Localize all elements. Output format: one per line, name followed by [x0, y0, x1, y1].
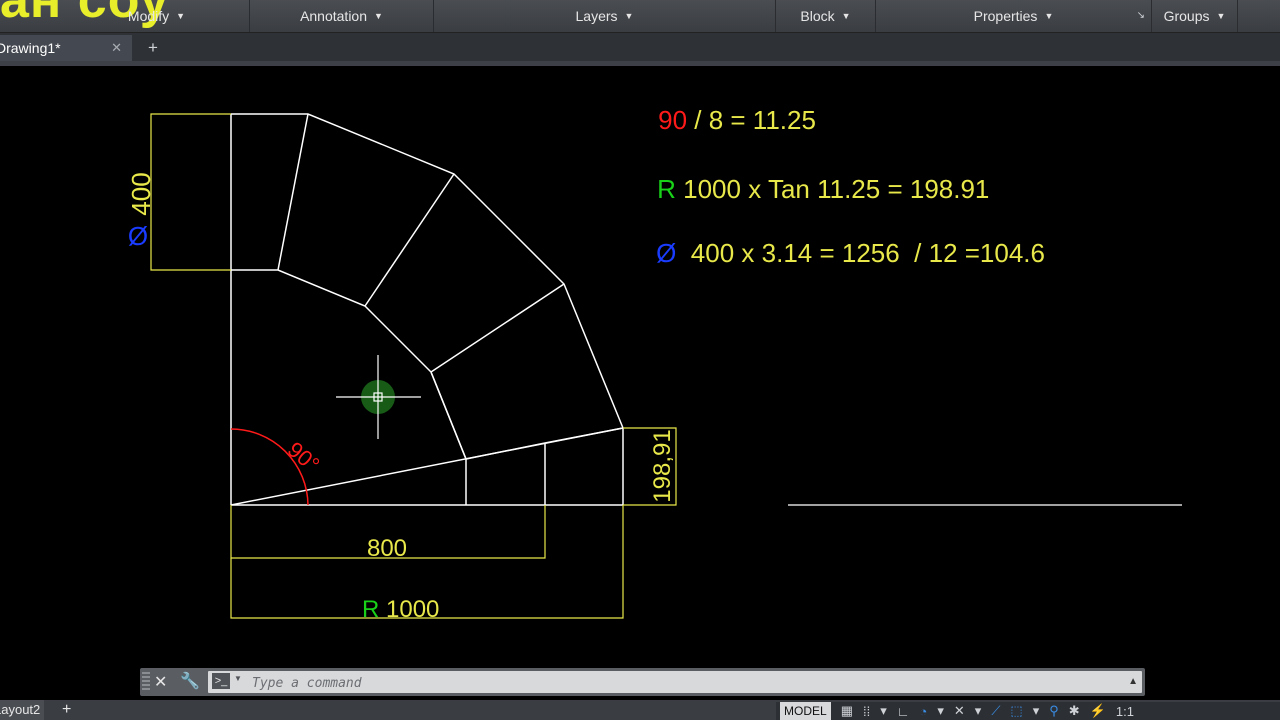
ortho-icon[interactable]: ∟	[897, 704, 910, 719]
panel-block[interactable]: Block ▼	[776, 0, 876, 32]
annotation-scale-icon[interactable]: ⚡	[1090, 703, 1106, 719]
model-space-button[interactable]: MODEL	[780, 702, 831, 720]
formula-diameter: Ø	[656, 238, 676, 268]
chevron-down-icon: ▼	[1044, 11, 1054, 21]
close-icon[interactable]: ✕	[111, 40, 122, 56]
status-bar: Layout2 + MODEL ▦ ⁞⁞ ▾ ∟ ◔ ▾ ✕ ▾ ⟋ ⬚ ▾ ⚲…	[0, 700, 1280, 720]
polar-tracking-icon[interactable]: ◔	[919, 704, 927, 719]
command-input[interactable]	[250, 672, 1114, 694]
formula-line-2: R 1000 x Tan 11.25 = 198.91	[621, 174, 1011, 204]
panel-modify[interactable]: Modify ▼	[0, 0, 250, 32]
drag-grip-handle[interactable]	[142, 672, 150, 692]
formula-text: / 8 = 11.25	[687, 105, 816, 135]
panel-label: Properties	[973, 8, 1038, 24]
segment-line	[430, 283, 565, 373]
snap-icon[interactable]: ⁞⁞	[863, 704, 870, 719]
tab-label: Layout2	[0, 702, 41, 717]
status-toggles: MODEL ▦ ⁞⁞ ▾ ∟ ◔ ▾ ✕ ▾ ⟋ ⬚ ▾ ⚲ ✱ ⚡ 1:1	[776, 702, 1280, 720]
crosshair-cursor-icon	[336, 355, 421, 439]
lineweight-icon[interactable]: ⟋	[991, 703, 1000, 719]
elbow-outer-arc	[231, 113, 624, 429]
chevron-down-icon: ▼	[176, 11, 186, 21]
elbow-geometry	[230, 113, 1182, 506]
formula-line-3: Ø 400 x 3.14 = 1256 / 12 =104.6	[620, 238, 1067, 268]
angle-label: 90°	[283, 437, 325, 478]
panel-label: Layers	[575, 8, 618, 24]
scale-value[interactable]: 1:1	[1116, 704, 1134, 719]
radius-prefix: R	[362, 596, 379, 623]
formula-text: 1000 x Tan 11.25 = 198.91	[676, 174, 989, 204]
diameter-label: 400	[126, 172, 156, 215]
autoscale-icon[interactable]: ✱	[1069, 703, 1080, 719]
chevron-down-icon: ▼	[1216, 11, 1226, 21]
panel-label: Groups	[1163, 8, 1210, 24]
panel-label: Annotation	[300, 8, 368, 24]
tab-drawing1[interactable]: Drawing1* ✕	[0, 35, 132, 61]
chevron-down-icon: ▼	[374, 11, 383, 21]
panel-properties[interactable]: Properties ▼ ↘	[876, 0, 1152, 32]
panel-groups[interactable]: Groups ▼	[1152, 0, 1238, 32]
panel-overflow	[1238, 0, 1280, 32]
segment-line	[277, 113, 309, 271]
radius-value: 1000	[379, 596, 439, 623]
chevron-up-icon[interactable]: ▲	[1128, 676, 1138, 687]
osnap-icon[interactable]: ✕	[954, 703, 965, 719]
file-tab-bar: Drawing1* ✕ +	[0, 33, 1280, 61]
tab-label: Drawing1*	[0, 40, 61, 56]
chevron-down-icon[interactable]: ▾	[937, 703, 944, 719]
offset-label: 198,91	[649, 429, 676, 502]
command-prompt-icon[interactable]: >_	[212, 673, 230, 689]
formula-text: 400 x 3.14 = 1256 / 12 =104.6	[676, 238, 1045, 268]
diameter-symbol: Ø	[128, 221, 148, 251]
drawing-canvas[interactable]: 90° 400 Ø 198,91 800 R 1000 90 / 8 = 11.…	[0, 66, 1280, 666]
elbow-inner-arc	[230, 114, 624, 460]
add-layout-plus-icon[interactable]: +	[62, 700, 71, 720]
segment-line	[430, 371, 467, 460]
close-icon[interactable]: ✕	[154, 672, 167, 692]
formula-angle: 90	[658, 105, 687, 135]
panel-label: Block	[800, 8, 835, 24]
wrench-icon[interactable]: 🔧	[180, 671, 200, 691]
chevron-down-icon: ▼	[841, 11, 851, 21]
segment-line	[364, 173, 455, 307]
dimension-400	[150, 113, 231, 271]
chevron-down-icon[interactable]: ▾	[880, 703, 887, 719]
chevron-down-icon[interactable]: ▾	[975, 703, 982, 719]
panel-annotation[interactable]: Annotation ▼	[250, 0, 434, 32]
dialog-launcher-icon[interactable]: ↘	[1137, 10, 1145, 21]
length-800-label: 800	[367, 535, 407, 562]
chevron-down-icon[interactable]: ▼	[234, 674, 242, 683]
diagonal-line	[230, 427, 624, 506]
new-tab-plus-icon[interactable]: +	[148, 38, 158, 58]
formula-line-1: 90 / 8 = 11.25	[622, 105, 838, 135]
selection-cycling-icon[interactable]: ⬚	[1010, 703, 1022, 719]
tab-layout2[interactable]: Layout2	[0, 700, 44, 720]
chevron-down-icon[interactable]: ▾	[1033, 703, 1040, 719]
panel-layers[interactable]: Layers ▼	[434, 0, 776, 32]
radius-label: R 1000	[362, 596, 439, 623]
panel-label: Modify	[127, 8, 170, 24]
command-input-wrapper: >_ ▼ ▲	[208, 671, 1142, 694]
ribbon-panel-bar: ан соу Modify ▼ Annotation ▼ Layers ▼ Bl…	[0, 0, 1280, 33]
chevron-down-icon: ▼	[624, 11, 634, 21]
grid-icon[interactable]: ▦	[841, 703, 853, 719]
formula-radius: R	[657, 174, 676, 204]
annotation-visibility-icon[interactable]: ⚲	[1049, 703, 1059, 719]
command-line: ✕ 🔧 >_ ▼ ▲	[140, 668, 1145, 696]
